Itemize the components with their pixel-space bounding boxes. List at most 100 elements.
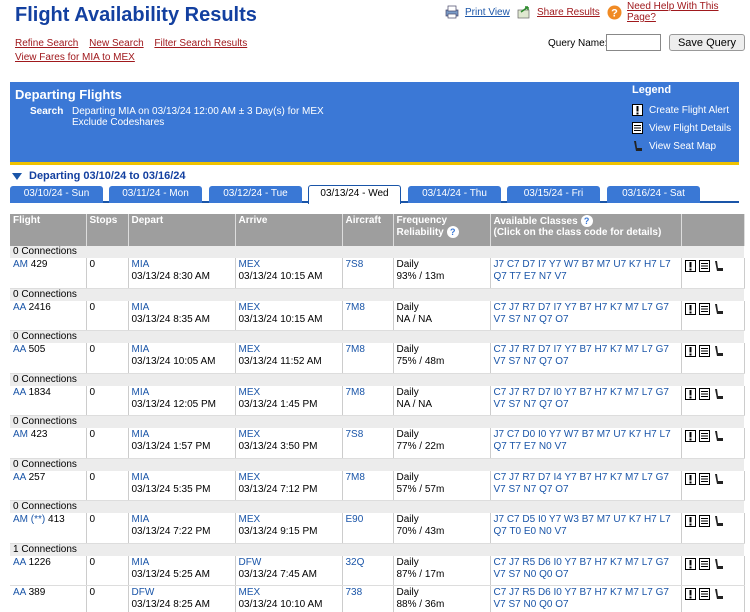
tab-03-11[interactable]: 03/11/24 - Mon <box>109 186 202 203</box>
aircraft-link[interactable]: 738 <box>346 587 363 598</box>
seat-map-icon[interactable] <box>713 515 724 527</box>
details-icon[interactable] <box>698 515 710 527</box>
seat-map-icon[interactable] <box>713 303 724 315</box>
seat-map-icon[interactable] <box>713 473 724 485</box>
alert-icon[interactable] <box>684 302 696 315</box>
share-results-link[interactable]: Share Results <box>517 4 600 20</box>
query-name-input[interactable] <box>606 34 661 51</box>
tab-03-16[interactable]: 03/16/24 - Sat <box>607 186 700 203</box>
depart-airport-link[interactable]: MIA <box>132 429 232 441</box>
class-codes-line[interactable]: V7 S7 N0 Q0 O7 <box>494 569 678 581</box>
depart-airport-link[interactable]: MIA <box>132 344 232 356</box>
airline-link[interactable]: AA <box>13 557 26 568</box>
class-codes-line[interactable]: C7 J7 R7 D7 I7 Y7 B7 H7 K7 M7 L7 G7 <box>494 344 678 356</box>
alert-icon[interactable] <box>684 345 696 357</box>
seat-map-icon[interactable] <box>713 558 724 570</box>
arrive-airport-link[interactable]: MEX <box>239 587 339 599</box>
departing-range-toggle[interactable]: Departing 03/10/24 to 03/16/24 <box>12 170 186 182</box>
aircraft-link[interactable]: 7M8 <box>346 302 365 313</box>
aircraft-link[interactable]: 7S8 <box>346 259 364 270</box>
alert-icon[interactable] <box>684 588 696 600</box>
depart-airport-link[interactable]: DFW <box>132 587 232 599</box>
tab-03-13[interactable]: 03/13/24 - Wed <box>308 185 401 204</box>
airline-link[interactable]: AM <box>13 259 28 270</box>
aircraft-link[interactable]: 7M8 <box>346 472 365 483</box>
depart-airport-link[interactable]: MIA <box>132 557 232 569</box>
class-codes-line[interactable]: C7 J7 R7 D7 I0 Y7 B7 H7 K7 M7 L7 G7 <box>494 387 678 399</box>
depart-airport-link[interactable]: MIA <box>132 514 232 526</box>
aircraft-link[interactable]: 7M8 <box>346 344 365 355</box>
need-help-label[interactable]: Need Help With This Page? <box>627 1 750 23</box>
airline-link[interactable]: AM <box>13 429 28 440</box>
seat-map-icon[interactable] <box>713 430 724 442</box>
refine-search-link[interactable]: Refine Search <box>15 38 78 49</box>
details-icon[interactable] <box>698 588 710 600</box>
print-view-label[interactable]: Print View <box>465 7 510 18</box>
share-results-label[interactable]: Share Results <box>537 7 600 18</box>
class-codes-line[interactable]: C7 J7 R7 D7 I4 Y7 B7 H7 K7 M7 L7 G7 <box>494 472 678 484</box>
need-help-link[interactable]: ? Need Help With This Page? <box>607 1 750 23</box>
alert-icon[interactable] <box>684 515 696 527</box>
seat-map-icon[interactable] <box>713 345 724 357</box>
aircraft-link[interactable]: 7S8 <box>346 429 364 440</box>
seat-map-icon[interactable] <box>713 388 724 400</box>
seat-map-icon[interactable] <box>713 260 724 272</box>
class-codes-line[interactable]: V7 S7 N7 Q7 O7 <box>494 399 678 411</box>
class-codes-line[interactable]: J7 C7 D7 I7 Y7 W7 B7 M7 U7 K7 H7 L7 <box>494 259 678 271</box>
tab-03-14[interactable]: 03/14/24 - Thu <box>408 186 501 203</box>
airline-link[interactable]: AA <box>13 472 26 483</box>
class-codes-line[interactable]: J7 C7 D0 I0 Y7 W7 B7 M7 U7 K7 H7 L7 <box>494 429 678 441</box>
seat-map-icon[interactable] <box>713 588 724 600</box>
filter-search-link[interactable]: Filter Search Results <box>154 38 247 49</box>
reliability-help-icon[interactable]: ? <box>446 226 459 238</box>
arrive-airport-link[interactable]: DFW <box>239 557 339 569</box>
new-search-link[interactable]: New Search <box>89 38 143 49</box>
classes-help-icon[interactable]: ? <box>580 215 593 227</box>
arrive-airport-link[interactable]: MEX <box>239 514 339 526</box>
alert-icon[interactable] <box>684 557 696 570</box>
airline-link[interactable]: AA <box>13 302 26 313</box>
details-icon[interactable] <box>698 430 710 442</box>
depart-airport-link[interactable]: MIA <box>132 472 232 484</box>
alert-icon[interactable] <box>684 260 696 272</box>
details-icon[interactable] <box>698 387 710 400</box>
class-codes-line[interactable]: V7 S7 N7 Q7 O7 <box>494 314 678 326</box>
print-view-link[interactable]: Print View <box>445 4 510 20</box>
arrive-airport-link[interactable]: MEX <box>239 387 339 399</box>
alert-icon[interactable] <box>684 430 696 442</box>
arrive-airport-link[interactable]: MEX <box>239 302 339 314</box>
class-codes-line[interactable]: V7 S7 N7 Q7 O7 <box>494 356 678 368</box>
save-query-button[interactable]: Save Query <box>669 34 745 51</box>
alert-icon[interactable] <box>684 472 696 485</box>
tab-03-15[interactable]: 03/15/24 - Fri <box>507 186 600 203</box>
depart-airport-link[interactable]: MIA <box>132 259 232 271</box>
aircraft-link[interactable]: 32Q <box>346 557 365 568</box>
airline-link[interactable]: AA <box>13 387 26 398</box>
details-icon[interactable] <box>698 260 710 272</box>
tab-03-10[interactable]: 03/10/24 - Sun <box>10 186 103 203</box>
details-icon[interactable] <box>698 557 710 570</box>
depart-airport-link[interactable]: MIA <box>132 302 232 314</box>
alert-icon[interactable] <box>684 387 696 400</box>
arrive-airport-link[interactable]: MEX <box>239 344 339 356</box>
class-codes-line[interactable]: C7 J7 R5 D6 I0 Y7 B7 H7 K7 M7 L7 G7 <box>494 557 678 569</box>
airline-link[interactable]: AA <box>13 587 26 598</box>
aircraft-link[interactable]: 7M8 <box>346 387 365 398</box>
class-codes-line[interactable]: J7 C7 D5 I0 Y7 W3 B7 M7 U7 K7 H7 L7 <box>494 514 678 526</box>
airline-link[interactable]: AA <box>13 344 26 355</box>
class-codes-line[interactable]: C7 J7 R7 D7 I7 Y7 B7 H7 K7 M7 L7 G7 <box>494 302 678 314</box>
details-icon[interactable] <box>698 302 710 315</box>
tab-03-12[interactable]: 03/12/24 - Tue <box>209 186 302 203</box>
class-codes-line[interactable]: Q7 T7 E7 N7 V7 <box>494 271 678 283</box>
depart-airport-link[interactable]: MIA <box>132 387 232 399</box>
class-codes-line[interactable]: V7 S7 N0 Q0 O7 <box>494 599 678 611</box>
class-codes-line[interactable]: Q7 T7 E7 N0 V7 <box>494 441 678 453</box>
view-fares-link[interactable]: View Fares for MIA to MEX <box>15 52 135 63</box>
class-codes-line[interactable]: V7 S7 N7 Q7 O7 <box>494 484 678 496</box>
details-icon[interactable] <box>698 345 710 357</box>
class-codes-line[interactable]: Q7 T0 E0 N0 V7 <box>494 526 678 538</box>
arrive-airport-link[interactable]: MEX <box>239 472 339 484</box>
details-icon[interactable] <box>698 472 710 485</box>
arrive-airport-link[interactable]: MEX <box>239 429 339 441</box>
airline-link[interactable]: AM (**) <box>13 514 45 525</box>
